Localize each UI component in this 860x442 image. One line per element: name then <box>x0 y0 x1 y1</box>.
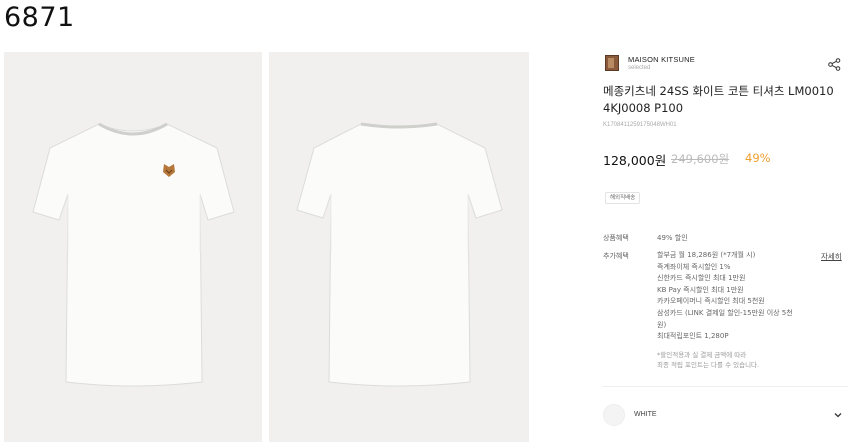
benefit-detail-link[interactable]: 자세히 <box>821 251 842 262</box>
product-image-front[interactable] <box>4 52 262 442</box>
tshirt-front-icon <box>32 122 235 387</box>
divider <box>603 386 848 387</box>
product-sku: K1708411259175048WH01 <box>603 122 677 128</box>
product-id-label: 6871 <box>4 2 75 33</box>
extra-benefit-item: 최대적립포인트 1,280P <box>657 332 729 341</box>
extra-benefit-list: 할부금 월 18,286원 (*7개월 시) 즉계좌이체 즉시할인 1% 신한카… <box>657 250 817 343</box>
color-swatch <box>603 404 625 426</box>
brand-row[interactable]: MAISON KITSUNE selected <box>603 52 848 74</box>
benefit-value: 49% 할인 <box>657 234 688 242</box>
original-price: 249,600원 <box>671 152 730 166</box>
brand-name[interactable]: MAISON KITSUNE <box>628 55 695 64</box>
extra-benefit-item: 원) <box>657 320 667 329</box>
extra-benefit-item: 즉계좌이체 즉시할인 1% <box>657 262 731 271</box>
product-image-back[interactable] <box>269 52 529 442</box>
sale-price: 128,000원 <box>603 153 667 168</box>
extra-benefit-label: 추가혜택 <box>603 252 629 260</box>
brand-subtitle: selected <box>628 65 651 71</box>
color-option-label: WHITE <box>634 411 657 418</box>
share-icon[interactable] <box>828 58 841 71</box>
benefit-note: 최종 적립 포인트는 다를 수 있습니다. <box>657 361 760 369</box>
shipping-tag: 해외직배송 <box>605 192 641 204</box>
color-option-select[interactable]: WHITE <box>603 402 848 428</box>
extra-benefit-item: 할부금 월 18,286원 (*7개월 시) <box>657 251 756 259</box>
benefit-label: 상품혜택 <box>603 234 629 242</box>
product-title: 메종키츠네 24SS 화이트 코튼 티셔츠 LM0010 4KJ0008 P10… <box>603 84 834 115</box>
extra-benefit-item: 삼성카드 (LINK 결제일 할인-15만원 이상 5천 <box>657 308 793 317</box>
chevron-down-icon[interactable] <box>833 410 843 420</box>
tshirt-back-icon <box>296 122 503 387</box>
extra-benefit-item: 신한카드 즉시할인 최대 1만원 <box>657 274 746 283</box>
brand-logo <box>605 55 619 71</box>
extra-benefit-item: KB Pay 즉시할인 최대 1만원 <box>657 285 744 294</box>
discount-rate: 49% <box>745 151 771 165</box>
extra-benefit-item: 카카오페이머니 즉시할인 최대 5천원 <box>657 297 765 306</box>
benefit-notes: *할인적용과 실 결제 금액에 따라 최종 적립 포인트는 다를 수 있습니다. <box>657 350 817 370</box>
benefit-note: *할인적용과 실 결제 금액에 따라 <box>657 351 747 359</box>
price-row: 128,000원 249,600원 49% <box>603 150 848 168</box>
